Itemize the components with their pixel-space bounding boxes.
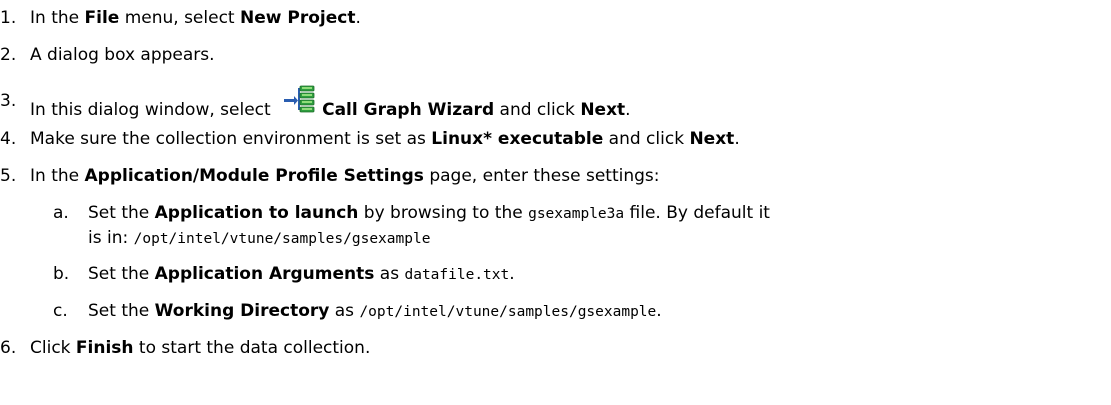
field-name: Working Directory: [154, 301, 330, 321]
text-run: In this dialog window, select: [30, 100, 277, 120]
text-run: In the: [30, 166, 85, 186]
text-run: is in:: [88, 228, 134, 248]
environment-name: Linux* executable: [431, 129, 604, 149]
step-number: 2.: [0, 45, 17, 65]
substep-letter: b.: [53, 264, 70, 284]
text-run: Set the: [88, 264, 155, 284]
text-run: as: [329, 301, 360, 321]
text-run: Set the: [88, 301, 155, 321]
step-number: 3.: [0, 91, 17, 111]
button-name-finish: Finish: [75, 338, 134, 358]
text-run: Make sure the collection environment is …: [30, 129, 432, 149]
text-run: file. By default it: [624, 203, 770, 223]
argument-code: datafile.txt: [404, 267, 510, 283]
text-run: Click: [30, 338, 76, 358]
substep-letter: c.: [53, 301, 68, 321]
page-name: Application/Module Profile Settings: [84, 166, 424, 186]
text-run: menu, select: [119, 8, 240, 28]
icon-bar-highlight: [302, 94, 313, 96]
text-run: .: [355, 8, 361, 28]
field-name: Application to launch: [154, 203, 359, 223]
substep-text: Set the Application Arguments as datafil…: [88, 264, 515, 285]
text-run: .: [509, 264, 515, 284]
substep-text: Set the Working Directory as /opt/intel/…: [88, 301, 662, 322]
icon-connector: [284, 99, 295, 102]
substep-text: Set the Application to launch by browsin…: [88, 203, 770, 224]
file-name-code: gsexample3a: [528, 206, 625, 222]
step-text: In this dialog window, select Call Graph…: [30, 85, 631, 120]
text-run: .: [625, 100, 631, 120]
icon-spine: [298, 88, 301, 110]
text-run: and click: [494, 100, 581, 120]
text-run: page, enter these settings:: [423, 166, 660, 186]
icon-bar-highlight: [302, 108, 313, 110]
text-run: Set the: [88, 203, 155, 223]
text-run: .: [656, 301, 662, 321]
field-name: Application Arguments: [154, 264, 375, 284]
text-run: In the: [30, 8, 85, 28]
button-name-next: Next: [689, 129, 735, 149]
step-text: In the File menu, select New Project.: [30, 8, 361, 28]
step-number: 4.: [0, 129, 17, 149]
icon-arrowhead: [294, 96, 299, 105]
step-text: A dialog box appears.: [30, 45, 215, 65]
step-text: Make sure the collection environment is …: [30, 129, 740, 149]
text-run: as: [374, 264, 405, 284]
step-number: 6.: [0, 338, 17, 358]
text-run: by browsing to the: [358, 203, 529, 223]
step-text: In the Application/Module Profile Settin…: [30, 166, 660, 186]
step-text: Click Finish to start the data collectio…: [30, 338, 370, 358]
menu-item-new-project: New Project: [240, 8, 356, 28]
button-name-next: Next: [580, 100, 626, 120]
text-run: and click: [603, 129, 690, 149]
menu-name-file: File: [84, 8, 120, 28]
text-run: to start the data collection.: [133, 338, 371, 358]
substep-letter: a.: [53, 203, 69, 223]
step-number: 5.: [0, 166, 17, 186]
text-run: .: [734, 129, 740, 149]
path-code: /opt/intel/vtune/samples/gsexample: [359, 304, 657, 320]
icon-bar-highlight: [302, 87, 313, 89]
call-graph-wizard-icon-graphic: [284, 85, 315, 113]
substep-text: is in: /opt/intel/vtune/samples/gsexampl…: [88, 228, 430, 249]
path-code: /opt/intel/vtune/samples/gsexample: [133, 231, 431, 247]
text-run: A dialog box appears.: [30, 45, 215, 65]
wizard-name: Call Graph Wizard: [322, 100, 495, 120]
icon-bar-highlight: [302, 101, 313, 103]
call-graph-wizard-icon: [284, 85, 318, 113]
step-number: 1.: [0, 8, 17, 28]
